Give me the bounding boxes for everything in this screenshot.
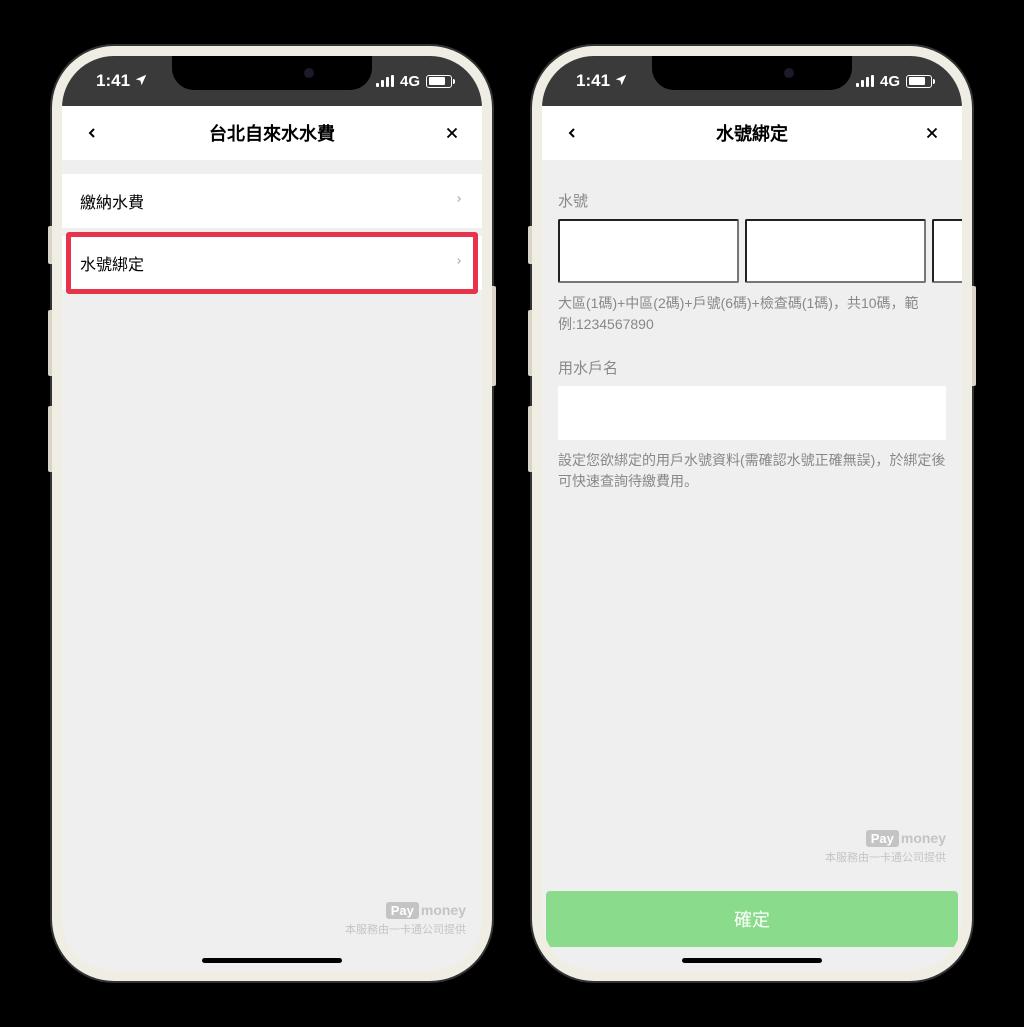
water-number-segment-2[interactable] [745, 219, 926, 283]
location-icon [614, 73, 628, 90]
water-number-label: 水號 [558, 190, 946, 211]
home-indicator[interactable] [682, 958, 822, 963]
menu-item-bind-account[interactable]: 水號綁定 [62, 236, 482, 290]
status-time: 1:41 [96, 71, 130, 91]
side-buttons-right [492, 286, 496, 386]
confirm-button-label: 確定 [734, 906, 770, 932]
signal-icon [856, 75, 874, 87]
footer-brand: Paymoney 本服務由一卡通公司提供 [62, 902, 482, 943]
home-indicator[interactable] [202, 958, 342, 963]
notch [172, 56, 372, 90]
water-number-hint: 大區(1碼)+中區(2碼)+戶號(6碼)+檢查碼(1碼)，共10碼，範例:123… [558, 293, 946, 335]
confirm-button[interactable]: 確定 [546, 891, 958, 947]
water-number-segment-3[interactable] [932, 219, 962, 283]
money-label: money [421, 902, 466, 918]
phone-frame-left: 1:41 4G 台北自來水水費 繳納水費 [52, 46, 492, 981]
account-name-label: 用水戶名 [558, 357, 946, 378]
content-area: 水號 大區(1碼)+中區(2碼)+戶號(6碼)+檢查碼(1碼)，共10碼，範例:… [542, 160, 962, 971]
battery-icon [906, 75, 932, 88]
money-label: money [901, 830, 946, 846]
account-name-input[interactable] [558, 386, 946, 440]
page-title: 台北自來水水費 [209, 120, 335, 146]
side-buttons-right [972, 286, 976, 386]
menu-item-label: 水號綁定 [80, 251, 144, 275]
nav-bar: 台北自來水水費 [62, 106, 482, 160]
form: 水號 大區(1碼)+中區(2碼)+戶號(6碼)+檢查碼(1碼)，共10碼，範例:… [542, 174, 962, 887]
chevron-right-icon [454, 253, 464, 274]
chevron-right-icon [454, 191, 464, 212]
provider-text: 本服務由一卡通公司提供 [62, 921, 466, 937]
menu-item-label: 繳納水費 [80, 189, 144, 213]
back-button[interactable] [80, 121, 104, 145]
network-label: 4G [400, 73, 420, 90]
signal-icon [376, 75, 394, 87]
water-number-inputs [558, 219, 946, 283]
network-label: 4G [880, 73, 900, 90]
battery-icon [426, 75, 452, 88]
pay-badge: Pay [386, 902, 419, 919]
menu-item-pay-bill[interactable]: 繳納水費 [62, 174, 482, 228]
close-button[interactable] [920, 121, 944, 145]
footer-brand: Paymoney 本服務由一卡通公司提供 [558, 830, 946, 871]
back-button[interactable] [560, 121, 584, 145]
notch [652, 56, 852, 90]
water-number-segment-1[interactable] [558, 219, 739, 283]
status-time: 1:41 [576, 71, 610, 91]
phone-screen-left: 1:41 4G 台北自來水水費 繳納水費 [62, 56, 482, 971]
phone-screen-right: 1:41 4G 水號綁定 水號 [542, 56, 962, 971]
pay-badge: Pay [866, 830, 899, 847]
phone-frame-right: 1:41 4G 水號綁定 水號 [532, 46, 972, 981]
close-button[interactable] [440, 121, 464, 145]
side-buttons-left [528, 226, 532, 502]
nav-bar: 水號綁定 [542, 106, 962, 160]
provider-text: 本服務由一卡通公司提供 [558, 849, 946, 865]
location-icon [134, 73, 148, 90]
page-title: 水號綁定 [716, 120, 788, 146]
account-name-hint: 設定您欲綁定的用戶水號資料(需確認水號正確無誤)，於綁定後可快速查詢待繳費用。 [558, 450, 946, 492]
content-area: 繳納水費 水號綁定 Paymoney 本服務由一卡通公司提供 [62, 160, 482, 971]
side-buttons-left [48, 226, 52, 502]
